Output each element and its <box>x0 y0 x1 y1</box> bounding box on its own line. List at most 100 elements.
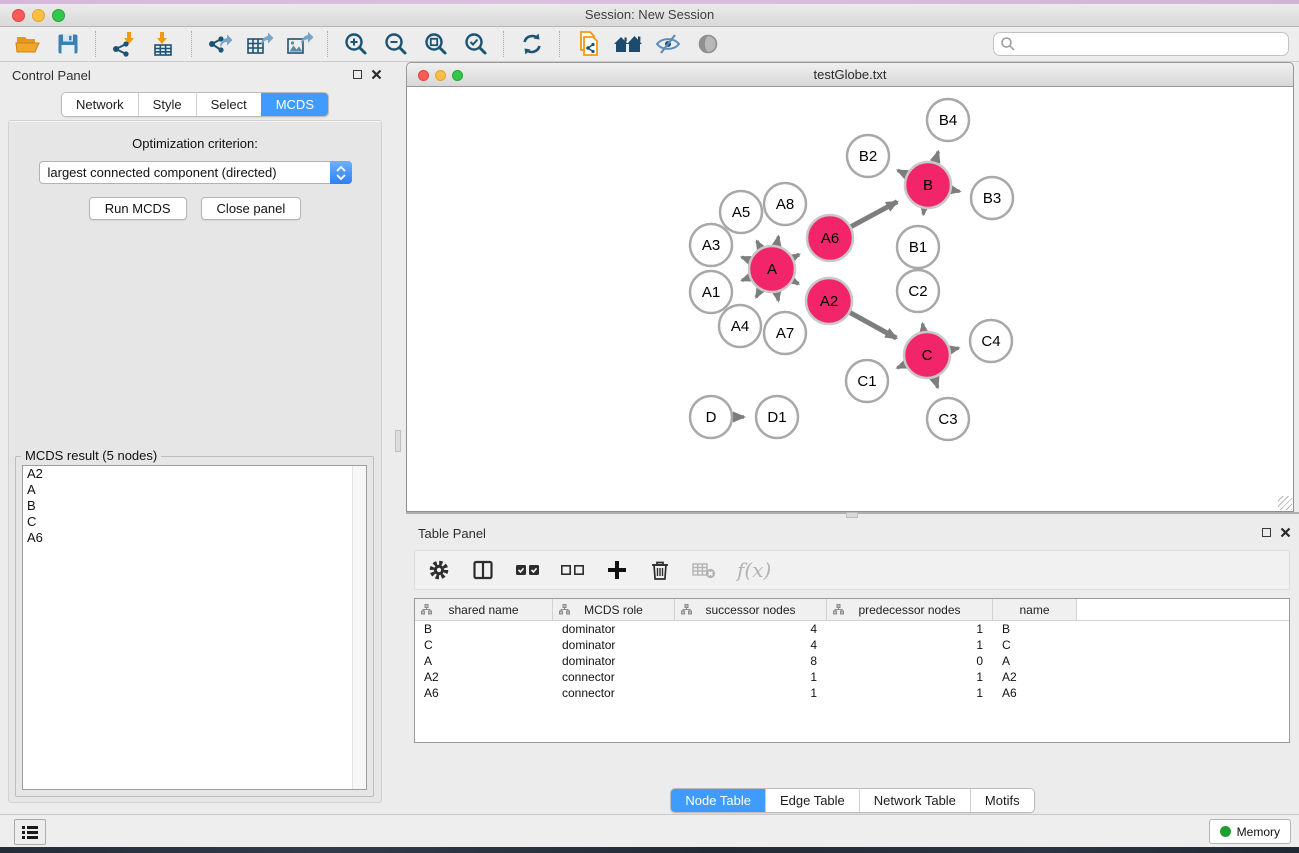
save-session-button[interactable] <box>48 29 88 59</box>
mcds-result-item[interactable]: A <box>23 482 366 498</box>
graph-node-C[interactable]: C <box>904 332 950 378</box>
column-header-mcds-role[interactable]: MCDS role <box>553 599 675 620</box>
graph-node-A1[interactable]: A1 <box>690 271 732 313</box>
tab-edge-table[interactable]: Edge Table <box>765 789 859 812</box>
tab-network[interactable]: Network <box>62 93 138 116</box>
graph-node-A8[interactable]: A8 <box>764 183 806 225</box>
column-header-predecessor-nodes[interactable]: predecessor nodes <box>827 599 993 620</box>
float-panel-icon[interactable] <box>353 70 362 79</box>
eye-slash-icon <box>654 32 682 56</box>
mcds-result-item[interactable]: A6 <box>23 530 366 546</box>
mcds-result-list[interactable]: A2ABCA6 <box>22 465 367 790</box>
zoom-in-button[interactable] <box>336 29 376 59</box>
graph-node-B3[interactable]: B3 <box>971 177 1013 219</box>
graph-node-D[interactable]: D <box>690 396 732 438</box>
float-panel-icon[interactable] <box>1262 528 1271 537</box>
graph-node-B[interactable]: B <box>905 162 951 208</box>
deselect-all-button[interactable] <box>560 563 585 577</box>
delete-table-button[interactable] <box>691 559 717 581</box>
criterion-select[interactable]: largest connected component (directed) <box>39 161 352 184</box>
graph-node-B1[interactable]: B1 <box>897 226 939 268</box>
graph-node-A[interactable]: A <box>749 246 795 292</box>
delete-row-button[interactable] <box>649 558 671 582</box>
tab-select[interactable]: Select <box>196 93 261 116</box>
graph-node-A6[interactable]: A6 <box>807 215 853 261</box>
export-image-button[interactable] <box>280 29 320 59</box>
graph-node-B2[interactable]: B2 <box>847 135 889 177</box>
import-network-button[interactable] <box>104 29 144 59</box>
column-header-successor-nodes[interactable]: successor nodes <box>675 599 827 620</box>
zoom-selected-button[interactable] <box>456 29 496 59</box>
tab-network-table[interactable]: Network Table <box>859 789 970 812</box>
splitter-grip[interactable] <box>846 512 858 518</box>
column-header-name[interactable]: name <box>993 599 1077 620</box>
export-network-button[interactable] <box>200 29 240 59</box>
graph-node-D1[interactable]: D1 <box>756 396 798 438</box>
splitter-grip[interactable] <box>395 430 401 452</box>
refresh-button[interactable] <box>512 29 552 59</box>
memory-button[interactable]: Memory <box>1209 819 1291 844</box>
tab-mcds[interactable]: MCDS <box>261 93 328 116</box>
maximize-window-button[interactable] <box>52 9 65 22</box>
import-table-button[interactable] <box>144 29 184 59</box>
show-graphics-details-button[interactable] <box>688 29 728 59</box>
column-header-shared-name[interactable]: shared name <box>415 599 553 620</box>
open-session-button[interactable] <box>8 29 48 59</box>
table-row[interactable]: A6connector11A6 <box>415 685 1289 701</box>
tab-node-table[interactable]: Node Table <box>671 789 765 812</box>
scrollbar-track[interactable] <box>352 466 366 789</box>
table-cell: 8 <box>675 654 827 668</box>
graph-node-C2[interactable]: C2 <box>897 270 939 312</box>
table-row[interactable]: A2connector11A2 <box>415 669 1289 685</box>
horizontal-splitter[interactable] <box>406 512 1299 520</box>
graph-node-B4[interactable]: B4 <box>927 99 969 141</box>
svg-text:A8: A8 <box>776 196 794 213</box>
show-column-button[interactable] <box>471 558 495 582</box>
run-mcds-button[interactable]: Run MCDS <box>89 197 187 220</box>
graph-node-A3[interactable]: A3 <box>690 224 732 266</box>
network-close-button[interactable] <box>418 70 429 81</box>
add-row-button[interactable] <box>605 558 629 582</box>
search-box[interactable] <box>993 32 1289 56</box>
close-panel-icon[interactable] <box>371 69 382 80</box>
hide-graphics-details-button[interactable] <box>648 29 688 59</box>
graph-node-A4[interactable]: A4 <box>719 305 761 347</box>
mcds-result-item[interactable]: A2 <box>23 466 366 482</box>
network-minimize-button[interactable] <box>435 70 446 81</box>
minimize-window-button[interactable] <box>32 9 45 22</box>
tab-style[interactable]: Style <box>138 93 196 116</box>
table-row[interactable]: Bdominator41B <box>415 621 1289 637</box>
graph-node-A5[interactable]: A5 <box>720 191 762 233</box>
select-all-button[interactable] <box>515 563 540 577</box>
resize-grip[interactable] <box>1278 496 1292 510</box>
svg-text:B1: B1 <box>909 239 927 256</box>
network-view[interactable]: A A1 A2 A3 A4 A5 A6 A7 A8 B B1 B2 B3B4 C C1 C2 C3C4 D D1 <box>406 87 1294 512</box>
network-graph[interactable]: A A1 A2 A3 A4 A5 A6 A7 A8 B B1 B2 B3B4 C C1 C2 C3C4 D D1 <box>407 87 1293 510</box>
home-view-button[interactable] <box>608 29 648 59</box>
graph-edge-A6-B <box>851 202 897 227</box>
close-window-button[interactable] <box>12 9 25 22</box>
close-panel-button[interactable]: Close panel <box>201 197 302 220</box>
graph-node-C4[interactable]: C4 <box>970 320 1012 362</box>
export-table-button[interactable] <box>240 29 280 59</box>
graph-node-A7[interactable]: A7 <box>764 312 806 354</box>
graph-node-C3[interactable]: C3 <box>927 398 969 440</box>
tab-motifs[interactable]: Motifs <box>970 789 1034 812</box>
graph-node-A2[interactable]: A2 <box>806 278 852 324</box>
table-row[interactable]: Cdominator41C <box>415 637 1289 653</box>
graph-node-C1[interactable]: C1 <box>846 360 888 402</box>
zoom-fit-button[interactable] <box>416 29 456 59</box>
zoom-out-button[interactable] <box>376 29 416 59</box>
search-input[interactable] <box>1020 34 1288 54</box>
network-maximize-button[interactable] <box>452 70 463 81</box>
function-builder-button[interactable]: f(x) <box>737 558 771 582</box>
task-history-button[interactable] <box>14 819 46 845</box>
network-window-titlebar[interactable]: testGlobe.txt <box>406 62 1294 87</box>
mcds-result-item[interactable]: C <box>23 514 366 530</box>
table-row[interactable]: Adominator80A <box>415 653 1289 669</box>
copy-network-view-button[interactable] <box>568 29 608 59</box>
close-panel-icon[interactable] <box>1280 527 1291 538</box>
settings-gear-button[interactable] <box>427 558 451 582</box>
vertical-splitter[interactable] <box>390 62 406 815</box>
mcds-result-item[interactable]: B <box>23 498 366 514</box>
